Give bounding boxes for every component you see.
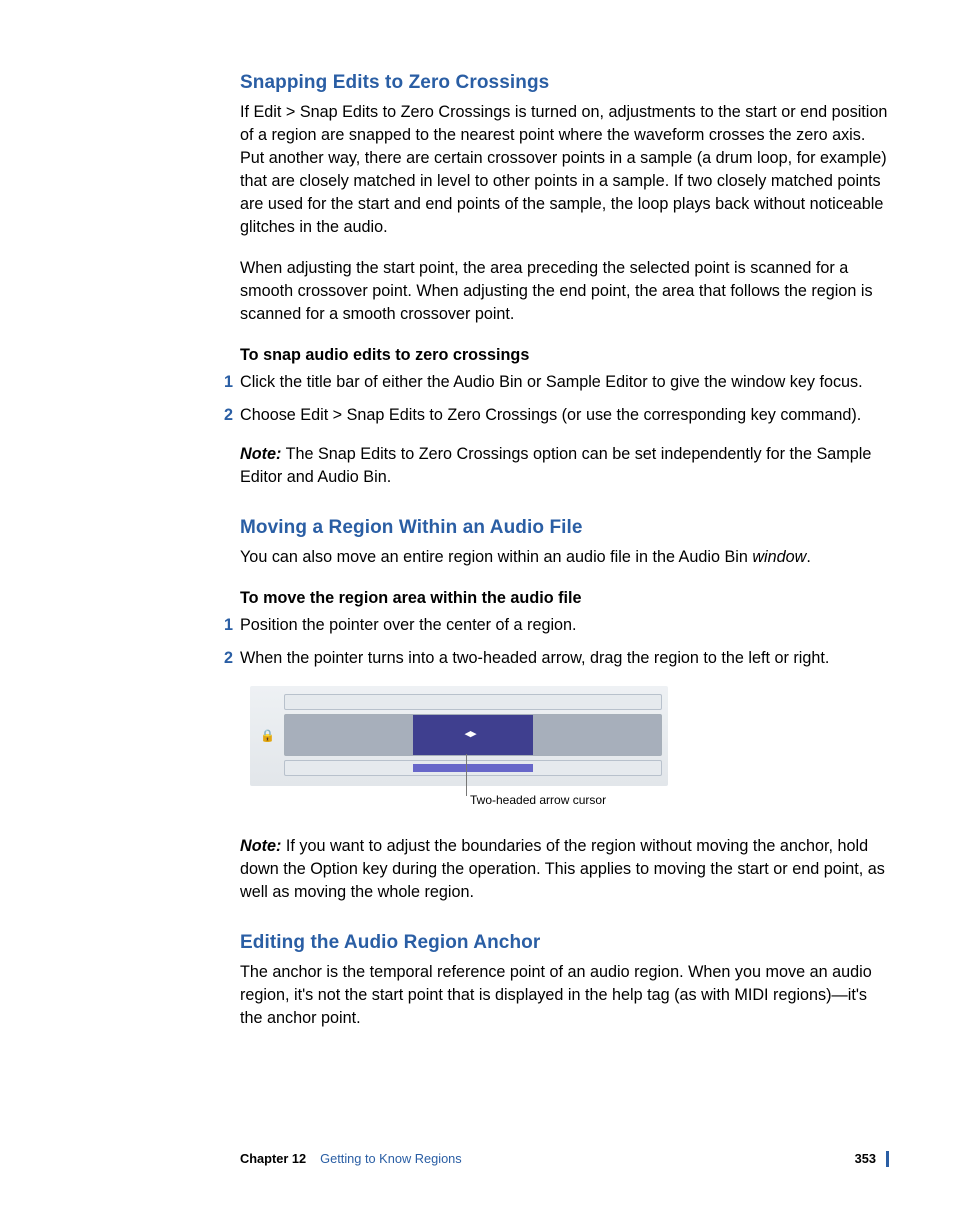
callout-line [466,754,467,796]
para-snapping-2: When adjusting the start point, the area… [240,257,889,326]
intro-text-b: . [806,548,811,566]
step-text: Choose Edit > Snap Edits to Zero Crossin… [240,406,861,424]
intro-italic: window [752,548,806,566]
step-text: When the pointer turns into a two-headed… [240,649,829,667]
step-number: 2 [224,404,233,427]
selected-region: ◂▸ [413,715,533,755]
two-headed-arrow-cursor-icon: ◂▸ [465,727,476,743]
note-text: The Snap Edits to Zero Crossings option … [240,445,871,486]
step-text: Position the pointer over the center of … [240,616,577,634]
note-label: Note: [240,837,281,855]
step-item-1: 1 Click the title bar of either the Audi… [240,371,889,394]
heading-snapping: Snapping Edits to Zero Crossings [240,70,889,97]
task-heading-move: To move the region area within the audio… [240,587,889,610]
step-item-1: 1 Position the pointer over the center o… [240,614,889,637]
footer-accent-bar [886,1151,889,1167]
step-number: 2 [224,647,233,670]
heading-moving: Moving a Region Within an Audio File [240,515,889,542]
step-item-2: 2 Choose Edit > Snap Edits to Zero Cross… [240,404,889,427]
page-body: Snapping Edits to Zero Crossings If Edit… [0,0,954,1208]
note-move: Note: If you want to adjust the boundari… [240,835,889,904]
note-text: If you want to adjust the boundaries of … [240,837,885,901]
minimap-region [413,764,533,772]
lock-icon: 🔒 [260,727,275,744]
step-item-2: 2 When the pointer turns into a two-head… [240,647,889,670]
note-label: Note: [240,445,281,463]
figure-waveform: 🔒 ◂▸ Two-headed arrow cursor [250,686,668,809]
overview-track [284,694,662,710]
task-heading-snap: To snap audio edits to zero crossings [240,344,889,367]
waveform-track: ◂▸ [284,714,662,756]
waveform-panel: 🔒 ◂▸ [250,686,668,786]
para-moving-intro: You can also move an entire region withi… [240,546,889,569]
page-footer: Chapter 12 Getting to Know Regions 353 [240,1150,889,1168]
anchor-marker-bottom [420,755,428,756]
steps-move: 1 Position the pointer over the center o… [240,614,889,670]
footer-title: Getting to Know Regions [320,1150,462,1168]
footer-chapter: Chapter 12 [240,1150,306,1168]
note-snap: Note: The Snap Edits to Zero Crossings o… [240,443,889,489]
intro-text-a: You can also move an entire region withi… [240,548,752,566]
para-snapping-1: If Edit > Snap Edits to Zero Crossings i… [240,101,889,239]
figure-callout: Two-headed arrow cursor [470,792,668,809]
minimap-track [284,760,662,776]
step-text: Click the title bar of either the Audio … [240,373,863,391]
steps-snap: 1 Click the title bar of either the Audi… [240,371,889,427]
footer-page-number: 353 [855,1150,876,1168]
heading-anchor: Editing the Audio Region Anchor [240,930,889,957]
para-anchor: The anchor is the temporal reference poi… [240,961,889,1030]
step-number: 1 [224,371,233,394]
callout-label: Two-headed arrow cursor [470,793,606,807]
step-number: 1 [224,614,233,637]
